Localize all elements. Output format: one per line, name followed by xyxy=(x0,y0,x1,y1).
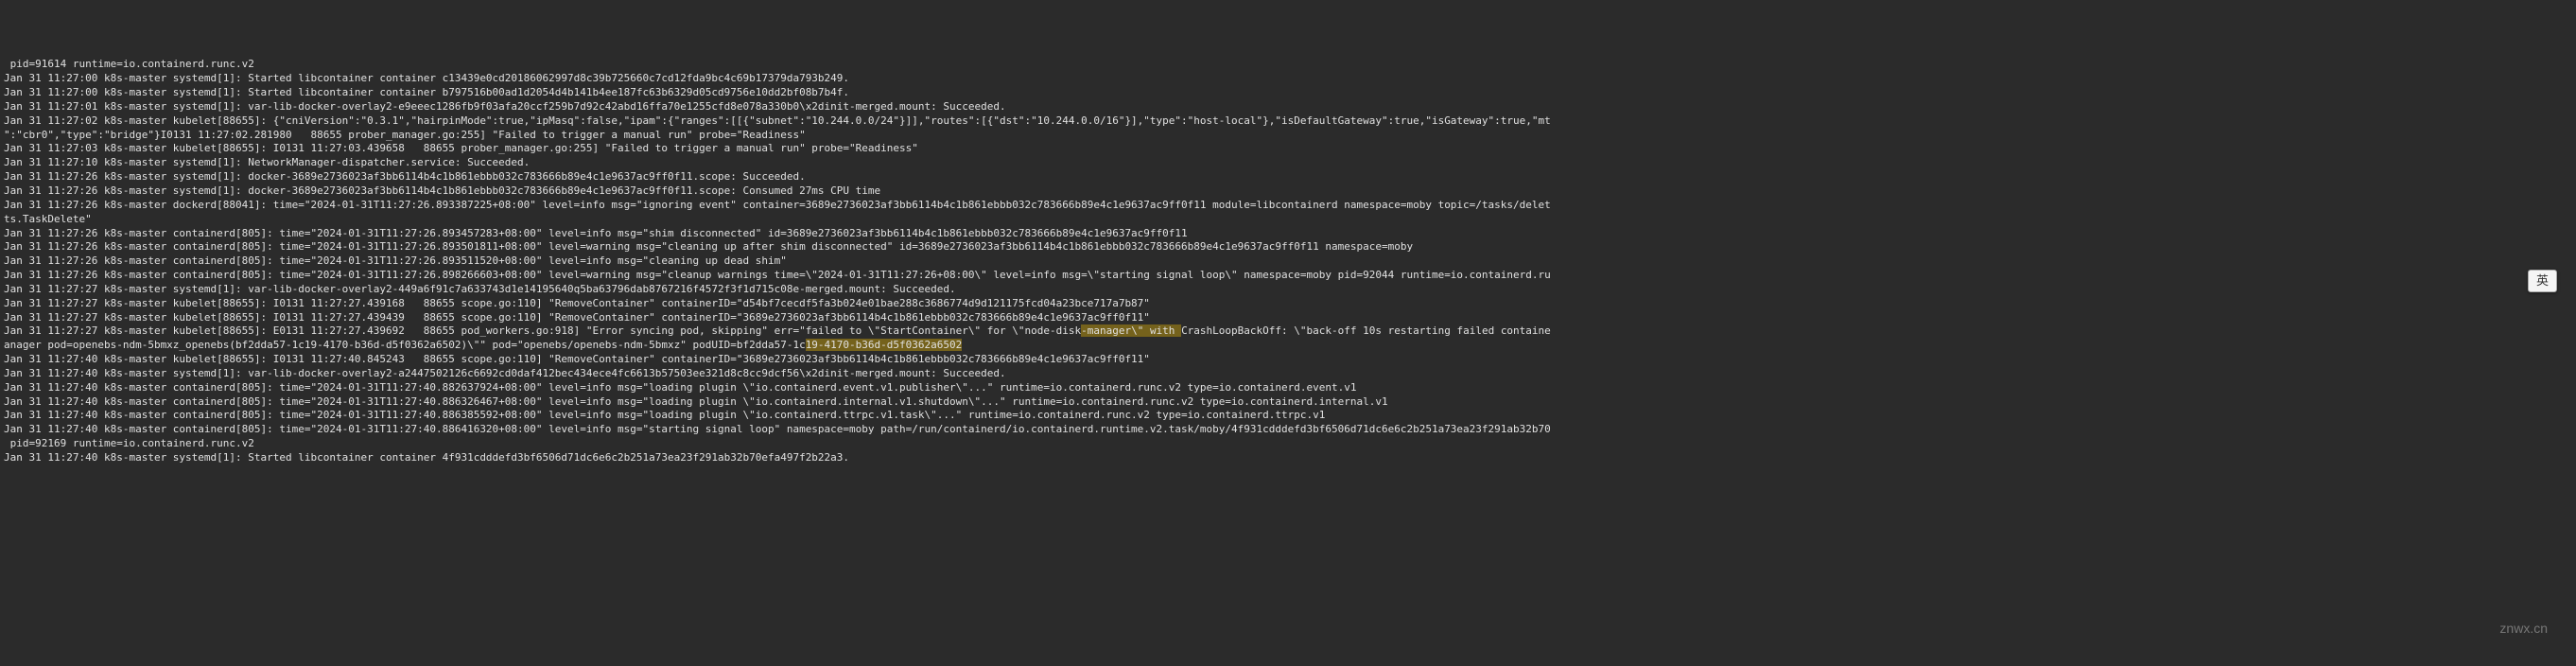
log-line: Jan 31 11:27:40 k8s-master containerd[80… xyxy=(4,409,2572,423)
log-line: ":"cbr0","type":"bridge"}I0131 11:27:02.… xyxy=(4,129,2572,143)
log-line: Jan 31 11:27:00 k8s-master systemd[1]: S… xyxy=(4,86,2572,100)
log-line: Jan 31 11:27:27 k8s-master kubelet[88655… xyxy=(4,311,2572,325)
log-line: Jan 31 11:27:26 k8s-master containerd[80… xyxy=(4,227,2572,241)
log-line: Jan 31 11:27:26 k8s-master systemd[1]: d… xyxy=(4,170,2572,184)
log-line: Jan 31 11:27:40 k8s-master kubelet[88655… xyxy=(4,353,2572,367)
log-line: anager pod=openebs-ndm-5bmxz_openebs(bf2… xyxy=(4,339,2572,353)
log-line: Jan 31 11:27:27 k8s-master kubelet[88655… xyxy=(4,324,2572,339)
log-line: Jan 31 11:27:26 k8s-master containerd[80… xyxy=(4,269,2572,283)
log-line: Jan 31 11:27:40 k8s-master containerd[80… xyxy=(4,381,2572,395)
log-line: Jan 31 11:27:27 k8s-master systemd[1]: v… xyxy=(4,283,2572,297)
highlight-segment: -manager\" with xyxy=(1081,324,1181,337)
terminal-output[interactable]: pid=91614 runtime=io.containerd.runc.v2J… xyxy=(4,58,2572,464)
log-line: ts.TaskDelete" xyxy=(4,213,2572,227)
log-line: Jan 31 11:27:26 k8s-master systemd[1]: d… xyxy=(4,184,2572,199)
watermark: znwx.cn xyxy=(2499,620,2548,638)
log-line: Jan 31 11:27:26 k8s-master containerd[80… xyxy=(4,240,2572,254)
log-line: Jan 31 11:27:26 k8s-master dockerd[88041… xyxy=(4,199,2572,213)
log-line: Jan 31 11:27:02 k8s-master kubelet[88655… xyxy=(4,114,2572,129)
log-line: Jan 31 11:27:40 k8s-master containerd[80… xyxy=(4,423,2572,437)
highlight-segment: 19-4170-b36d-d5f0362a6502 xyxy=(806,339,963,351)
log-line: Jan 31 11:27:40 k8s-master containerd[80… xyxy=(4,395,2572,410)
ime-indicator[interactable]: 英 xyxy=(2528,270,2557,292)
log-line: Jan 31 11:27:03 k8s-master kubelet[88655… xyxy=(4,142,2572,156)
log-line: Jan 31 11:27:00 k8s-master systemd[1]: S… xyxy=(4,72,2572,86)
log-line: Jan 31 11:27:40 k8s-master systemd[1]: v… xyxy=(4,367,2572,381)
log-line: Jan 31 11:27:10 k8s-master systemd[1]: N… xyxy=(4,156,2572,170)
log-line: pid=92169 runtime=io.containerd.runc.v2 xyxy=(4,437,2572,451)
log-line: Jan 31 11:27:40 k8s-master systemd[1]: S… xyxy=(4,451,2572,465)
log-line: pid=91614 runtime=io.containerd.runc.v2 xyxy=(4,58,2572,72)
log-line: Jan 31 11:27:01 k8s-master systemd[1]: v… xyxy=(4,100,2572,114)
log-line: Jan 31 11:27:27 k8s-master kubelet[88655… xyxy=(4,297,2572,311)
log-line: Jan 31 11:27:26 k8s-master containerd[80… xyxy=(4,254,2572,269)
